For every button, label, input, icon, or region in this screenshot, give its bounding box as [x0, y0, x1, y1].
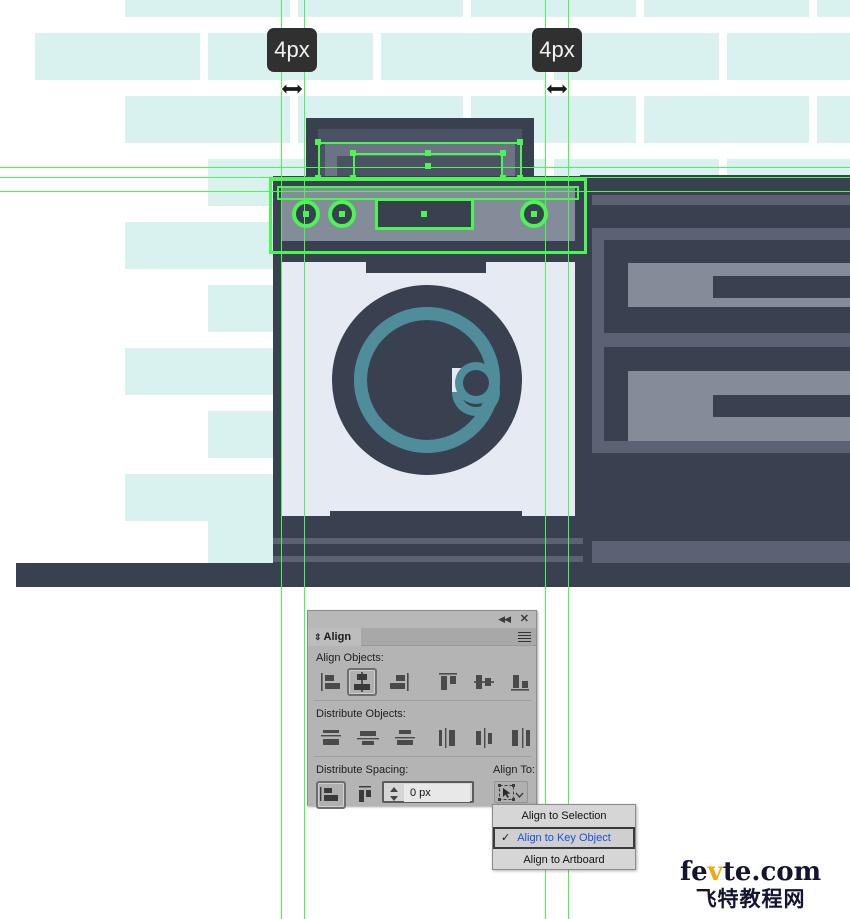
tab-grip-icon: ⇕ [314, 632, 322, 642]
menu-item-align-to-key-object[interactable]: ✓ Align to Key Object [493, 827, 635, 849]
check-icon: ✓ [501, 832, 511, 844]
horizontal-distribute-left-button[interactable] [436, 726, 462, 750]
measurement-label: 4px [532, 28, 582, 72]
double-chevron-left-icon[interactable]: ◀◀ [498, 614, 511, 625]
horizontal-resize-arrow-icon [544, 80, 570, 98]
vertical-distribute-center-button[interactable] [355, 726, 381, 750]
horizontal-distribute-spacing-button[interactable] [354, 783, 380, 807]
menu-item-align-to-artboard[interactable]: Align to Artboard [493, 849, 635, 871]
distribute-objects-label: Distribute Objects: [316, 708, 406, 720]
tab-align-label: Align [323, 631, 352, 643]
horizontal-align-center-button[interactable] [349, 670, 375, 694]
horizontal-distribute-right-button[interactable] [508, 726, 534, 750]
spacing-input[interactable]: 0 px [382, 781, 474, 803]
distribute-spacing-label: Distribute Spacing: [316, 764, 409, 776]
watermark: fevte.com 飞特教程网 [680, 857, 821, 913]
vertical-distribute-bottom-button[interactable] [392, 726, 418, 750]
align-to-menu[interactable]: Align to Selection ✓ Align to Key Object… [492, 804, 636, 870]
menu-item-label: Align to Key Object [517, 832, 611, 844]
panel-tab-row: ⇕ Align [308, 628, 536, 646]
horizontal-align-left-button[interactable] [318, 670, 344, 694]
horizontal-resize-arrow-icon [279, 80, 305, 98]
close-icon[interactable]: ✕ [520, 612, 529, 625]
panel-titlebar[interactable]: ◀◀ ✕ [308, 611, 536, 628]
chevron-down-icon[interactable] [515, 786, 524, 804]
align-panel[interactable]: ◀◀ ✕ ⇕ Align Align Objects: Distribute O… [307, 610, 537, 809]
vertical-align-center-button[interactable] [472, 670, 498, 694]
vertical-distribute-top-button[interactable] [318, 726, 344, 750]
tab-align[interactable]: ⇕ Align [308, 628, 362, 646]
menu-item-label: Align to Selection [521, 810, 607, 822]
menu-item-align-to-selection[interactable]: Align to Selection [493, 805, 635, 827]
illustrator-canvas: 4px 4px ◀◀ ✕ ⇕ Align Align Objects: Dist… [0, 0, 850, 919]
align-objects-label: Align Objects: [316, 652, 384, 664]
menu-item-label: Align to Artboard [523, 854, 605, 866]
spacing-value[interactable]: 0 px [404, 784, 470, 802]
stepper-up-down-icon[interactable] [387, 785, 401, 801]
align-to-key-object-icon [498, 784, 515, 806]
horizontal-align-right-button[interactable] [386, 670, 412, 694]
panel-menu-icon[interactable] [518, 632, 531, 642]
vertical-align-bottom-button[interactable] [508, 670, 534, 694]
align-to-label: Align To: [493, 764, 535, 776]
vertical-align-top-button[interactable] [436, 670, 462, 694]
align-to-key-object-button[interactable] [494, 781, 528, 803]
vertical-distribute-spacing-button[interactable] [318, 783, 344, 807]
panel-body: Align Objects: Distribute Objects: Distr… [308, 646, 536, 809]
watermark-chinese: 飞特教程网 [695, 887, 806, 911]
horizontal-distribute-center-button[interactable] [472, 726, 498, 750]
measurement-label: 4px [267, 28, 317, 72]
